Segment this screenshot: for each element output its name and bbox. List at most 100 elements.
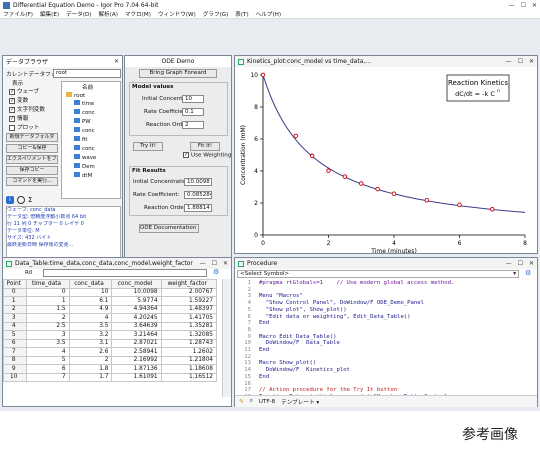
code-line[interactable]: "Show plot", Show_plot() [259, 307, 529, 314]
table-cell[interactable]: 4 [26, 347, 70, 357]
table-cell[interactable]: 4.9 [68, 304, 113, 314]
code-line[interactable]: Macro Show_plot() [259, 360, 529, 367]
table-cell[interactable]: 1.61091 [111, 372, 162, 382]
use-weighting-checkbox[interactable]: ✓ Use Weighting [183, 152, 231, 159]
minimize-icon[interactable]: — [506, 58, 512, 65]
tree-item[interactable]: Dem [74, 163, 96, 172]
table-cell[interactable]: 2.58941 [111, 347, 162, 357]
current-folder-field[interactable]: root [53, 69, 121, 78]
menu-item[interactable]: グラフ(G) [203, 10, 228, 18]
table-cell[interactable]: 1.48397 [160, 304, 218, 314]
cell-entry-field[interactable] [43, 269, 207, 277]
code-line[interactable]: // Action procedure for the Try It butto… [259, 387, 529, 394]
row-index-cell[interactable]: 6 [2, 338, 28, 348]
close-icon[interactable]: ✕ [529, 58, 534, 65]
bring-graph-forward-button[interactable]: Bring Graph Forward [139, 69, 217, 78]
code-line[interactable]: #pragma rtGlobals=1 // Use modern global… [259, 280, 529, 287]
row-index-cell[interactable]: 10 [2, 372, 28, 382]
table-cell[interactable]: 3.64639 [111, 321, 162, 331]
rate-field[interactable]: 0.1 [182, 108, 204, 116]
tree-item[interactable]: conc [74, 127, 96, 136]
maximize-icon[interactable]: ☐ [212, 260, 217, 267]
magnifier-icon[interactable]: ⌕ [250, 398, 253, 405]
close-icon[interactable]: ✕ [223, 260, 228, 267]
row-index-cell[interactable]: 2 [2, 304, 28, 314]
table-cell[interactable]: 1.28743 [160, 338, 218, 348]
table-cell[interactable]: 1.32085 [160, 330, 218, 340]
row-index-cell[interactable]: 0 [2, 287, 28, 297]
data-table[interactable]: Point time_data conc_data conc_model weight_… [2, 279, 218, 382]
row-index-cell[interactable]: 1 [2, 296, 28, 306]
table-scrollbar[interactable] [222, 279, 231, 397]
maximize-icon[interactable]: ☐ [521, 2, 526, 9]
column-header[interactable]: Point [2, 279, 28, 289]
column-header[interactable]: conc_model [111, 279, 162, 289]
tree-item[interactable]: conc [74, 145, 96, 154]
tree-root[interactable]: root [66, 92, 85, 99]
row-index-cell[interactable]: 5 [2, 330, 28, 340]
tree-item[interactable]: conc [74, 109, 96, 118]
row-index-cell[interactable]: 9 [2, 364, 28, 374]
kinetics-chart[interactable]: 0 2 4 6 8 0 2 4 6 8 10 Time (minutes) Concentration … [235, 67, 537, 253]
column-header[interactable]: time_data [26, 279, 70, 289]
table-cell[interactable]: 4.20245 [111, 313, 162, 323]
maximize-icon[interactable]: ☐ [518, 58, 523, 65]
menu-item[interactable]: 表(T) [235, 10, 248, 18]
code-line[interactable] [259, 381, 529, 388]
show-option[interactable]: ✓ ウェーブ [9, 87, 45, 96]
table-cell[interactable]: 1.87136 [111, 364, 162, 374]
procedure-code[interactable]: #pragma rtGlobals=1 // Use modern global… [259, 280, 529, 401]
table-cell[interactable]: 1.41705 [160, 313, 218, 323]
table-cell[interactable]: 7 [26, 372, 70, 382]
menu-item[interactable]: 編集(E) [40, 10, 59, 18]
row-index-cell[interactable]: 7 [2, 347, 28, 357]
table-cell[interactable]: 0 [26, 287, 70, 297]
table-cell[interactable]: 10 [68, 287, 113, 297]
table-cell[interactable]: 2.16992 [111, 355, 162, 365]
browser-button[interactable]: コマンドを実行... [6, 177, 58, 186]
table-settings-icon[interactable]: ⚙ [213, 268, 219, 276]
minimize-icon[interactable]: — [506, 260, 512, 267]
table-cell[interactable]: 3 [26, 330, 70, 340]
menu-item[interactable]: ウィンドウ(W) [158, 10, 196, 18]
table-cell[interactable]: 3.1 [68, 338, 113, 348]
code-line[interactable]: "Edit data or weighting", Edit_Data_Tabl… [259, 314, 529, 321]
show-option[interactable]: ✓ 情報 [9, 114, 45, 123]
encoding-label[interactable]: UTF-8 [259, 399, 275, 405]
tree-item[interactable]: wave [74, 154, 96, 163]
maximize-icon[interactable]: ☐ [518, 260, 523, 267]
table-cell[interactable]: 3.21464 [111, 330, 162, 340]
table-cell[interactable]: 4.94364 [111, 304, 162, 314]
code-line[interactable]: End [259, 347, 529, 354]
table-cell[interactable]: 3.2 [68, 330, 113, 340]
code-line[interactable]: Menu "Macros" [259, 293, 529, 300]
pencil-icon[interactable]: ✎ [239, 399, 244, 405]
row-index-cell[interactable]: 4 [2, 321, 28, 331]
table-cell[interactable]: 4 [68, 313, 113, 323]
browser-button[interactable]: コピー&保存 [6, 144, 58, 153]
data-tree[interactable]: 名前 root time conc PW conc fit conc wave Dem dtM [61, 81, 121, 199]
table-cell[interactable]: 2.87021 [111, 338, 162, 348]
table-cell[interactable]: 1 [26, 296, 70, 306]
show-option[interactable]: ✓ 変数 [9, 96, 45, 105]
table-cell[interactable]: 6.1 [68, 296, 113, 306]
code-line[interactable] [259, 354, 529, 361]
browser-button[interactable]: 保存コピー [6, 166, 58, 175]
table-cell[interactable]: 6 [26, 364, 70, 374]
browser-button[interactable]: 新規データフォルダ [6, 133, 58, 142]
menu-item[interactable]: ヘルプ(H) [256, 10, 281, 18]
code-line[interactable]: End [259, 320, 529, 327]
table-cell[interactable]: 3.5 [68, 321, 113, 331]
table-cell[interactable]: 1.2602 [160, 347, 218, 357]
menu-item[interactable]: マクロ(M) [125, 10, 151, 18]
minimize-icon[interactable]: — [509, 2, 515, 9]
table-cell[interactable]: 1.18608 [160, 364, 218, 374]
try-it-button[interactable]: Try It! [133, 142, 163, 151]
tree-item[interactable]: dtM [74, 172, 96, 181]
menu-item[interactable]: データ(D) [66, 10, 91, 18]
table-cell[interactable]: 1.21804 [160, 355, 218, 365]
code-line[interactable]: Macro Edit_Data_Table() [259, 334, 529, 341]
tree-item[interactable]: fit [74, 136, 96, 145]
column-header[interactable]: conc_data [68, 279, 113, 289]
code-line[interactable]: DoWindow/F Data_Table [259, 340, 529, 347]
